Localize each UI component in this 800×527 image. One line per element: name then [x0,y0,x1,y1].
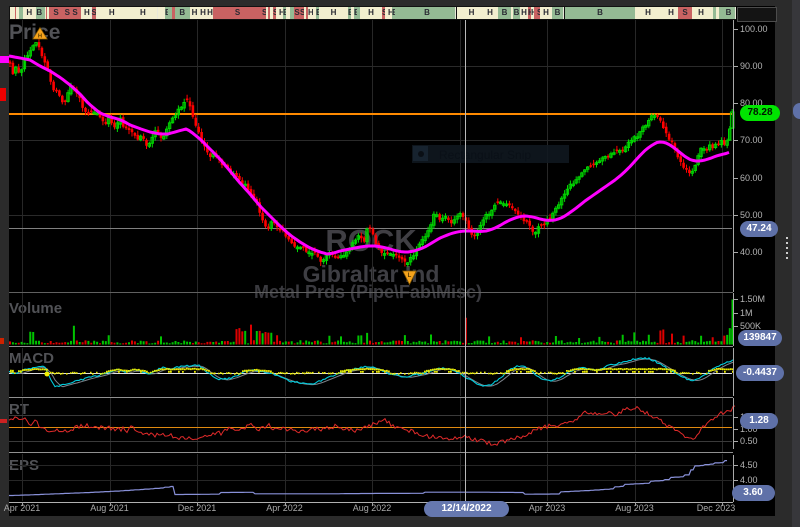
svg-text:H: H [37,33,41,39]
svg-text:L: L [408,273,412,279]
